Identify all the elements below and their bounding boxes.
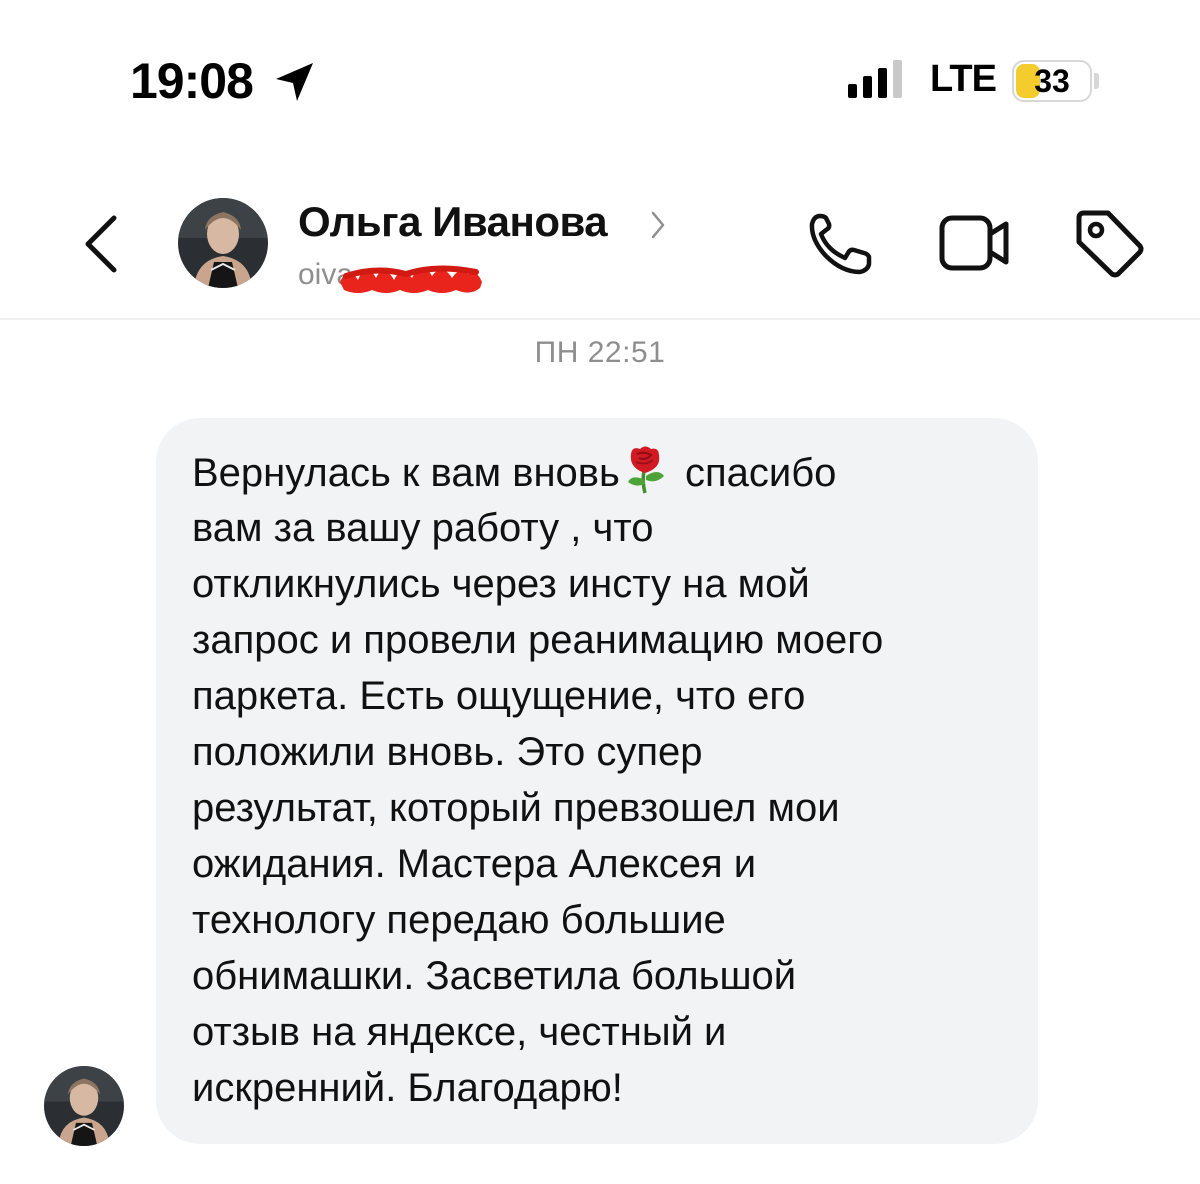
battery-icon: 33 bbox=[1012, 60, 1092, 102]
rose-emoji-icon bbox=[627, 446, 664, 494]
message-line: ожидания. Мастера Алексея и bbox=[192, 842, 757, 886]
message-line: отзыв на яндексе, честный и bbox=[192, 1010, 727, 1054]
message-line: технологу передаю большие bbox=[192, 898, 726, 942]
battery-percent: 33 bbox=[1034, 62, 1070, 99]
phone-icon[interactable] bbox=[806, 210, 876, 276]
message-line: искренний. Благодарю! bbox=[192, 1066, 623, 1110]
message-bubble[interactable]: Вернулась к вам вновь спасибо вам за ваш… bbox=[156, 418, 1038, 1144]
message-line: паркета. Есть ощущение, что его bbox=[192, 674, 806, 718]
message-line: запрос и провели реанимацию моего bbox=[192, 618, 884, 662]
contact-name[interactable]: Ольга Иванова bbox=[298, 198, 608, 246]
redaction-scribble bbox=[340, 265, 482, 293]
battery-tip bbox=[1094, 73, 1099, 89]
message-line: вам за вашу работу , что bbox=[192, 506, 654, 550]
contact-avatar[interactable] bbox=[178, 198, 268, 288]
avatar-photo bbox=[44, 1066, 124, 1146]
signal-icon bbox=[848, 60, 902, 98]
avatar-photo bbox=[178, 198, 268, 288]
message-line: положили вновь. Это супер bbox=[192, 730, 703, 774]
message-line: откликнулись через инсту на мой bbox=[192, 562, 810, 606]
status-time: 19:08 bbox=[130, 53, 254, 109]
message-line: Вернулась к вам вновь спасибо bbox=[192, 444, 1018, 500]
message-line: результат, который превзошел мои bbox=[192, 786, 840, 830]
message-text: Вернулась к вам вновь bbox=[192, 451, 620, 495]
sender-avatar[interactable] bbox=[44, 1066, 124, 1146]
tag-icon[interactable] bbox=[1074, 208, 1144, 278]
chevron-right-icon[interactable] bbox=[648, 208, 668, 242]
message-line: обнимашки. Засветила большой bbox=[192, 954, 797, 998]
message-timestamp: ПН 22:51 bbox=[534, 336, 666, 369]
video-camera-icon[interactable] bbox=[938, 212, 1012, 274]
network-type: LTE bbox=[930, 58, 997, 100]
message-text: спасибо bbox=[673, 451, 837, 495]
chat-screen: 19:08 LTE 33 Ольга Иванова oiva ПН 22:51… bbox=[0, 0, 1200, 1184]
location-arrow-icon bbox=[276, 63, 313, 101]
back-chevron-icon[interactable] bbox=[76, 212, 124, 276]
header-divider bbox=[0, 318, 1200, 320]
